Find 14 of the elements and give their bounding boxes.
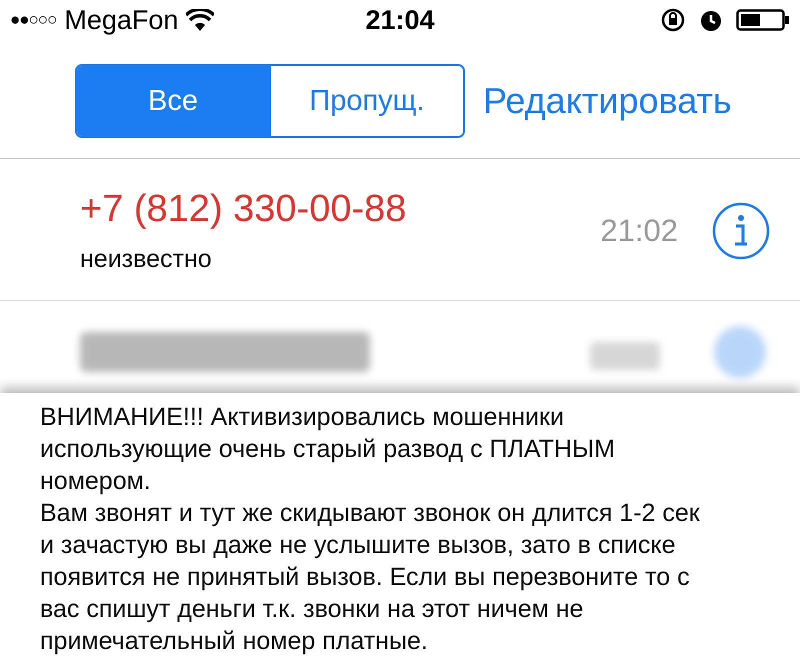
call-time: 21:02: [600, 212, 678, 248]
status-time: 21:04: [365, 4, 435, 34]
wifi-icon: [186, 9, 214, 31]
caller-number: +7 (812) 330-00-88: [80, 188, 408, 230]
info-icon[interactable]: [712, 202, 770, 260]
segment-tab[interactable]: Все: [77, 66, 269, 136]
caller-label: неизвестно: [80, 244, 213, 274]
segment-tab[interactable]: Пропущ.: [269, 66, 463, 136]
edit-button[interactable]: Редактировать: [483, 80, 732, 122]
battery-icon: [736, 8, 790, 32]
carrier-name: MegaFon: [64, 4, 178, 36]
warning-notice: ВНИМАНИЕ!!! Активизировались мошенники использующие очень старый развод с ПЛАТНЫМ номером. Вам звонят и тут же скидывают звонок он длится 1-2 сек и зачастую вы даже не услышите вызов, зато в списке появится не принятый вызов. Если вы перезвоните то с вас спишут деньги т.к. звонки на этот ничем не примечательный номер платные.: [0, 393, 800, 662]
signal-dots: ●●○○○: [10, 10, 56, 30]
rotation-lock-icon: [660, 7, 686, 33]
